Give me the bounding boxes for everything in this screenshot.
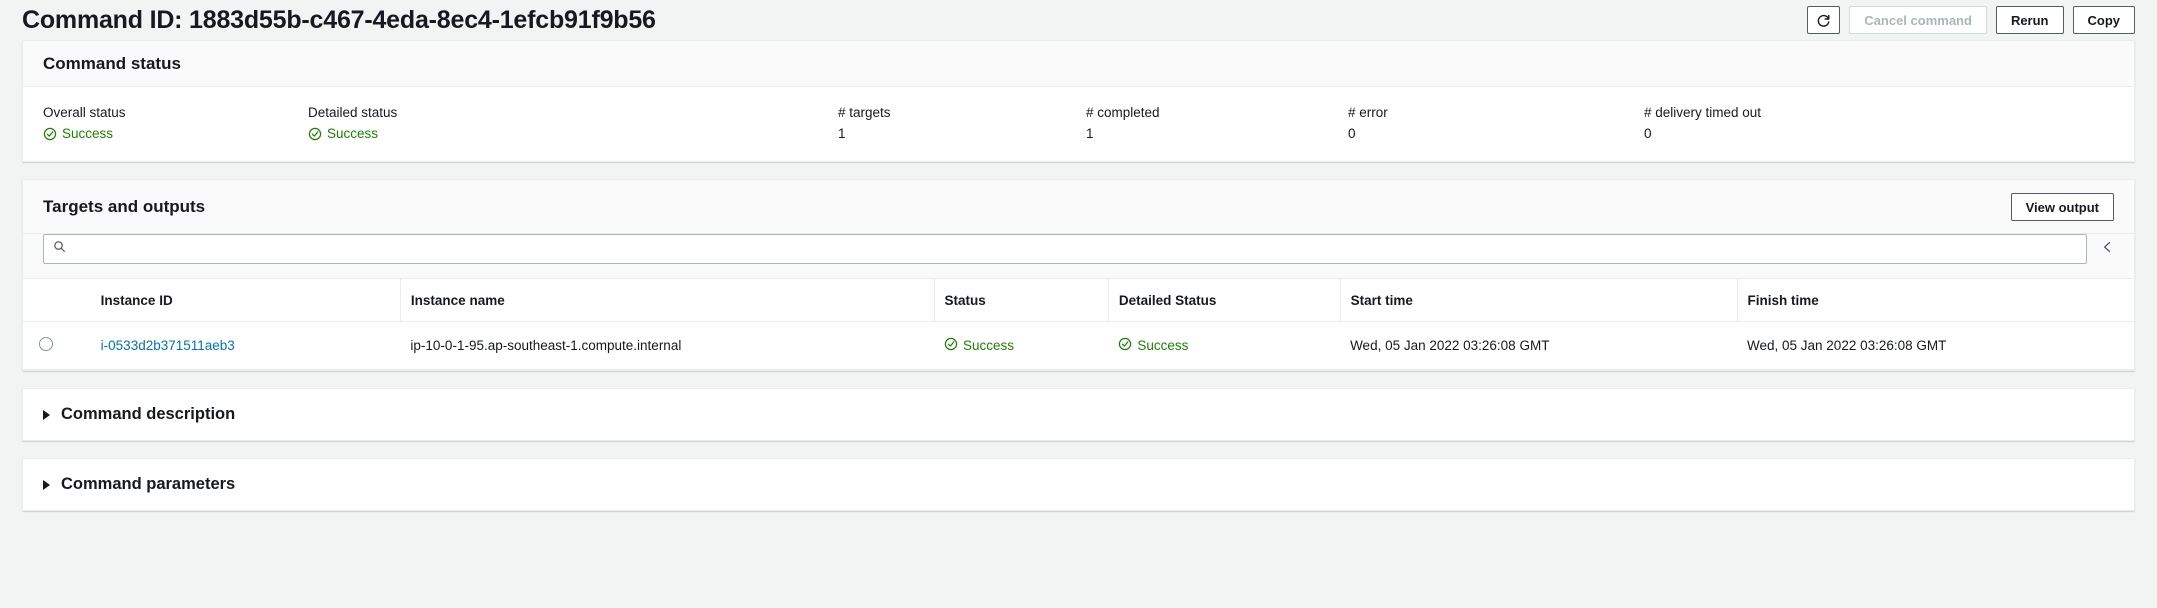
- command-status-container: Command status Overall status Success De…: [22, 40, 2135, 162]
- success-check-icon: [1118, 337, 1132, 354]
- search-input[interactable]: [74, 241, 2077, 257]
- column-instance-id[interactable]: Instance ID: [90, 279, 401, 322]
- search-box[interactable]: [43, 234, 2087, 264]
- row-select-cell: [23, 321, 91, 370]
- column-finish-time[interactable]: Finish time: [1737, 279, 2134, 322]
- status-label: Overall status: [43, 105, 126, 120]
- pagination-controls[interactable]: [2101, 239, 2114, 260]
- cell-start-time: Wed, 05 Jan 2022 03:26:08 GMT: [1340, 321, 1737, 370]
- status-value-text: 1: [1086, 126, 1094, 141]
- success-check-icon: [944, 337, 958, 354]
- column-detailed-status[interactable]: Detailed Status: [1108, 279, 1341, 322]
- status-value-text: 0: [1348, 126, 1356, 141]
- status-value-text: 1: [838, 126, 846, 141]
- status-label: Detailed status: [308, 105, 398, 120]
- status-field-detailed-status: Detailed status Success: [308, 105, 838, 141]
- status-text: Success: [963, 338, 1015, 353]
- command-description-title: Command description: [61, 405, 236, 423]
- targets-title: Targets and outputs: [43, 197, 206, 216]
- targets-header: Targets and outputs View output: [23, 180, 2134, 234]
- refresh-icon: [1816, 13, 1831, 28]
- header-actions: Cancel command Rerun Copy: [1807, 6, 2135, 34]
- command-description-section[interactable]: Command description: [22, 388, 2135, 441]
- status-field-error: # error 0: [1348, 105, 1644, 141]
- page-title: Command ID: 1883d55b-c467-4eda-8ec4-1efc…: [22, 5, 656, 34]
- status-label: # completed: [1086, 105, 1160, 120]
- status-label: # delivery timed out: [1644, 105, 1762, 120]
- targets-and-outputs-container: Targets and outputs View output Instance…: [22, 179, 2135, 371]
- rerun-button[interactable]: Rerun: [1995, 6, 2064, 34]
- status-value-text: 0: [1644, 126, 1652, 141]
- detailed-status-badge: Success: [1118, 337, 1330, 354]
- column-start-time[interactable]: Start time: [1340, 279, 1738, 322]
- cell-finish-time: Wed, 05 Jan 2022 03:26:08 GMT: [1737, 321, 2134, 370]
- status-label: # targets: [838, 105, 891, 120]
- cell-instance-name: ip-10-0-1-95.ap-southeast-1.compute.inte…: [400, 321, 935, 370]
- column-instance-name[interactable]: Instance name: [400, 279, 935, 322]
- command-status-title: Command status: [43, 54, 181, 73]
- status-value-text: Success: [327, 126, 379, 141]
- table-header-row: Instance ID Instance name Status Detaile…: [23, 279, 2134, 322]
- column-select: [23, 279, 91, 322]
- detailed-status-text: Success: [1137, 338, 1189, 353]
- refresh-button[interactable]: [1807, 6, 1841, 34]
- instance-id-link[interactable]: i-0533d2b371511aeb3: [101, 338, 235, 353]
- table-row[interactable]: i-0533d2b371511aeb3 ip-10-0-1-95.ap-sout…: [23, 321, 2134, 370]
- targets-search-row: [23, 234, 2134, 279]
- command-status-header: Command status: [23, 41, 2134, 87]
- cancel-command-button[interactable]: Cancel command: [1849, 6, 1987, 34]
- command-parameters-section[interactable]: Command parameters: [22, 458, 2135, 511]
- success-check-icon: [43, 127, 57, 141]
- targets-table: Instance ID Instance name Status Detaile…: [23, 279, 2134, 370]
- cell-instance-id: i-0533d2b371511aeb3: [90, 321, 401, 370]
- search-icon: [53, 240, 66, 258]
- status-value: Success: [308, 126, 838, 141]
- command-parameters-title: Command parameters: [61, 475, 236, 493]
- row-radio-button[interactable]: [39, 337, 53, 351]
- success-check-icon: [308, 127, 322, 141]
- status-label: # error: [1348, 105, 1388, 120]
- cell-status: Success: [934, 321, 1109, 370]
- status-field-targets: # targets 1: [838, 105, 1086, 141]
- page-header: Command ID: 1883d55b-c467-4eda-8ec4-1efc…: [0, 0, 2157, 40]
- chevron-left-icon[interactable]: [2101, 239, 2114, 260]
- status-field-completed: # completed 1: [1086, 105, 1348, 141]
- status-value: Success: [43, 126, 308, 141]
- status-field-overall-status: Overall status Success: [43, 105, 308, 141]
- column-status[interactable]: Status: [934, 279, 1109, 322]
- view-output-button[interactable]: View output: [2010, 193, 2114, 221]
- chevron-right-icon: [43, 479, 50, 490]
- chevron-right-icon: [43, 409, 50, 420]
- cell-detailed-status: Success: [1108, 321, 1341, 370]
- status-field-delivery-timed-out: # delivery timed out 0: [1644, 105, 1894, 141]
- status-badge: Success: [944, 337, 1098, 354]
- command-status-grid: Overall status Success Detailed status S…: [23, 87, 2134, 161]
- copy-button[interactable]: Copy: [2072, 6, 2135, 34]
- status-value-text: Success: [62, 126, 114, 141]
